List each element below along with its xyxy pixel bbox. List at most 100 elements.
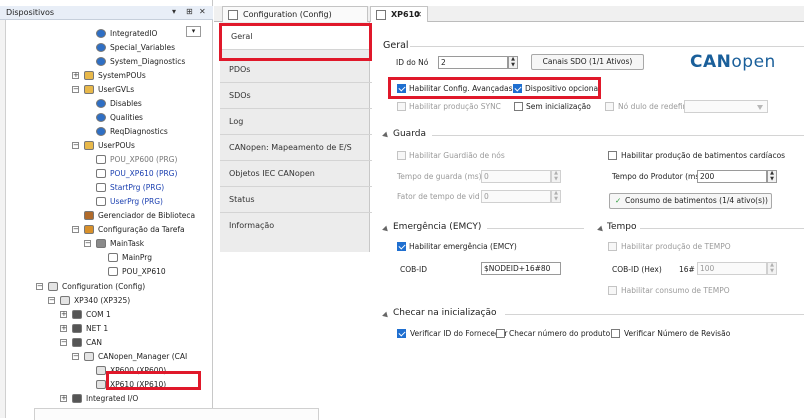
tree-node[interactable]: − MainTask (0, 237, 200, 250)
node-guard-checkbox[interactable] (397, 151, 406, 160)
producer-time-spinner[interactable]: ▲ ▼ (767, 170, 777, 183)
tree-node[interactable]: MainPrg (0, 251, 200, 264)
tree-node-label: Qualities (110, 113, 143, 122)
canopen-logo: CANopen (690, 52, 776, 72)
expand-icon[interactable]: + (72, 72, 79, 79)
expand-icon[interactable]: + (60, 395, 67, 402)
tab-xp610[interactable]: XP610 ✕ (370, 6, 428, 22)
emcy-enable-checkbox[interactable] (397, 242, 406, 251)
tree-node[interactable]: + NET 1 (0, 322, 200, 335)
tree-node[interactable]: System_Diagnostics (0, 55, 200, 68)
emcy-enable-label: Habilitar emergência (EMCY) (409, 242, 517, 251)
revision-check-checkbox[interactable] (611, 329, 620, 338)
side-item-io-mapping[interactable]: CANopen: Mapeamento de E/S (220, 135, 372, 161)
no-init-label: Sem inicialização (526, 102, 591, 111)
collapse-icon[interactable]: − (48, 297, 55, 304)
tempo-consume-checkbox[interactable] (608, 286, 617, 295)
panel-close-icon[interactable]: ✕ (199, 7, 206, 16)
node-id-input[interactable]: 2 (438, 56, 508, 69)
tree-node[interactable]: − XP340 (XP325) (0, 294, 200, 307)
guard-time-spinner[interactable]: ▲ ▼ (551, 170, 561, 183)
heartbeat-consume-button[interactable]: ✓ Consumo de batimentos (1/4 ativo(s)) (609, 193, 772, 209)
tree-node[interactable]: POU_XP610 (0, 265, 200, 278)
life-factor-spinner[interactable]: ▲ ▼ (551, 190, 561, 203)
expand-icon[interactable]: + (60, 325, 67, 332)
pou-icon (96, 183, 106, 192)
tree-node[interactable]: Qualities (0, 111, 200, 124)
emcy-cob-input[interactable]: $NODEID+16#80 (481, 262, 561, 275)
guard-time-input[interactable]: 0 (481, 170, 551, 183)
panel-pin-icon[interactable]: ⊞ (186, 7, 193, 16)
tab-close-icon[interactable]: ✕ (415, 7, 422, 23)
tree-node[interactable]: − Configuration (Config) (0, 280, 200, 293)
devices-panel: Dispositivos ▾ ⊞ ✕ IntegratedIO Special_V… (0, 0, 319, 420)
side-item-sdos[interactable]: SDOs (220, 83, 372, 109)
cfg-icon (96, 366, 106, 375)
tree-dropdown-icon[interactable]: ▾ (186, 26, 201, 37)
node-id-spinner[interactable]: ▲ ▼ (508, 56, 518, 69)
side-item-status[interactable]: Status (220, 187, 372, 213)
tree-node[interactable]: − CANopen_Manager (CAI (0, 350, 200, 363)
editor-tabs: Configuration (Config) XP610 ✕ (214, 6, 804, 22)
sync-production-checkbox[interactable] (397, 102, 406, 111)
task-icon (84, 225, 94, 234)
folder-icon (84, 85, 94, 94)
no-init-checkbox[interactable] (514, 102, 523, 111)
tree-node[interactable]: − Configuração da Tarefa (0, 223, 200, 236)
product-check-checkbox[interactable] (496, 329, 505, 338)
tree-node[interactable]: POU_XP610 (PRG) (0, 167, 200, 180)
section-tempo-line (640, 228, 804, 229)
life-factor-input[interactable]: 0 (481, 190, 551, 203)
tab-configuration[interactable]: Configuration (Config) (222, 6, 368, 22)
config-doc-icon (228, 10, 238, 20)
side-item-iec-objects[interactable]: Objetos IEC CANopen (220, 161, 372, 187)
tree-node[interactable]: POU_XP600 (PRG) (0, 153, 200, 166)
tree-node[interactable]: StartPrg (PRG) (0, 181, 200, 194)
redef-node-checkbox[interactable] (605, 102, 614, 111)
tree-node[interactable]: − CAN (0, 336, 200, 349)
side-item-log[interactable]: Log (220, 109, 372, 135)
tree-node-label: CANopen_Manager (CAI (98, 352, 188, 361)
side-item-information[interactable]: Informação (220, 213, 372, 239)
tree-node-label: System_Diagnostics (110, 57, 186, 66)
sdo-channels-button[interactable]: Canais SDO (1/1 Ativos) (531, 54, 644, 70)
collapse-icon[interactable]: − (84, 240, 91, 247)
tree-node[interactable]: + Integrated I/O (0, 392, 200, 405)
expand-icon[interactable]: + (60, 311, 67, 318)
redef-node-select[interactable] (684, 100, 768, 113)
heartbeat-production-checkbox[interactable] (608, 151, 617, 160)
tree-node[interactable]: + COM 1 (0, 308, 200, 321)
tree-node[interactable]: − UserGVLs (0, 83, 200, 96)
tree-node[interactable]: Disables (0, 97, 200, 110)
port-icon (72, 338, 82, 347)
highlight-advanced (388, 77, 601, 99)
tempo-cob-spinner[interactable]: ▲ ▼ (767, 262, 777, 275)
tree-node[interactable]: Special_Variables (0, 41, 200, 54)
logo-open: open (731, 52, 776, 72)
collapse-icon[interactable]: − (72, 226, 79, 233)
collapse-icon[interactable]: − (72, 142, 79, 149)
guard-time-label: Tempo de guarda (ms) (397, 172, 482, 181)
tree-node-label: Disables (110, 99, 142, 108)
tree-node[interactable]: UserPrg (PRG) (0, 195, 200, 208)
panel-menu-icon[interactable]: ▾ (172, 7, 176, 16)
tempo-production-checkbox[interactable] (608, 242, 617, 251)
tree-node-label: Special_Variables (110, 43, 176, 52)
collapse-icon[interactable]: − (72, 86, 79, 93)
collapse-icon[interactable]: − (72, 353, 79, 360)
tree-node[interactable]: − UserPOUs (0, 139, 200, 152)
pou-icon (96, 169, 106, 178)
producer-time-input[interactable]: 200 (697, 170, 767, 183)
tempo-cob-input[interactable]: 100 (697, 262, 767, 275)
devices-panel-title: Dispositivos (6, 8, 55, 17)
vendor-check-checkbox[interactable] (397, 329, 406, 338)
collapse-icon[interactable]: − (36, 283, 43, 290)
tree-node[interactable]: ReqDiagnostics (0, 125, 200, 138)
section-emcy-line (487, 228, 584, 229)
tree-node[interactable]: IntegratedIO (0, 27, 200, 40)
tree-node[interactable]: + SystemPOUs (0, 69, 200, 82)
revision-check-label: Verificar Número de Revisão (624, 329, 731, 338)
collapse-icon[interactable]: − (60, 339, 67, 346)
tree-node[interactable]: Gerenciador de Biblioteca (0, 209, 200, 222)
tempo-production-label: Habilitar produção de TEMPO (621, 242, 731, 251)
